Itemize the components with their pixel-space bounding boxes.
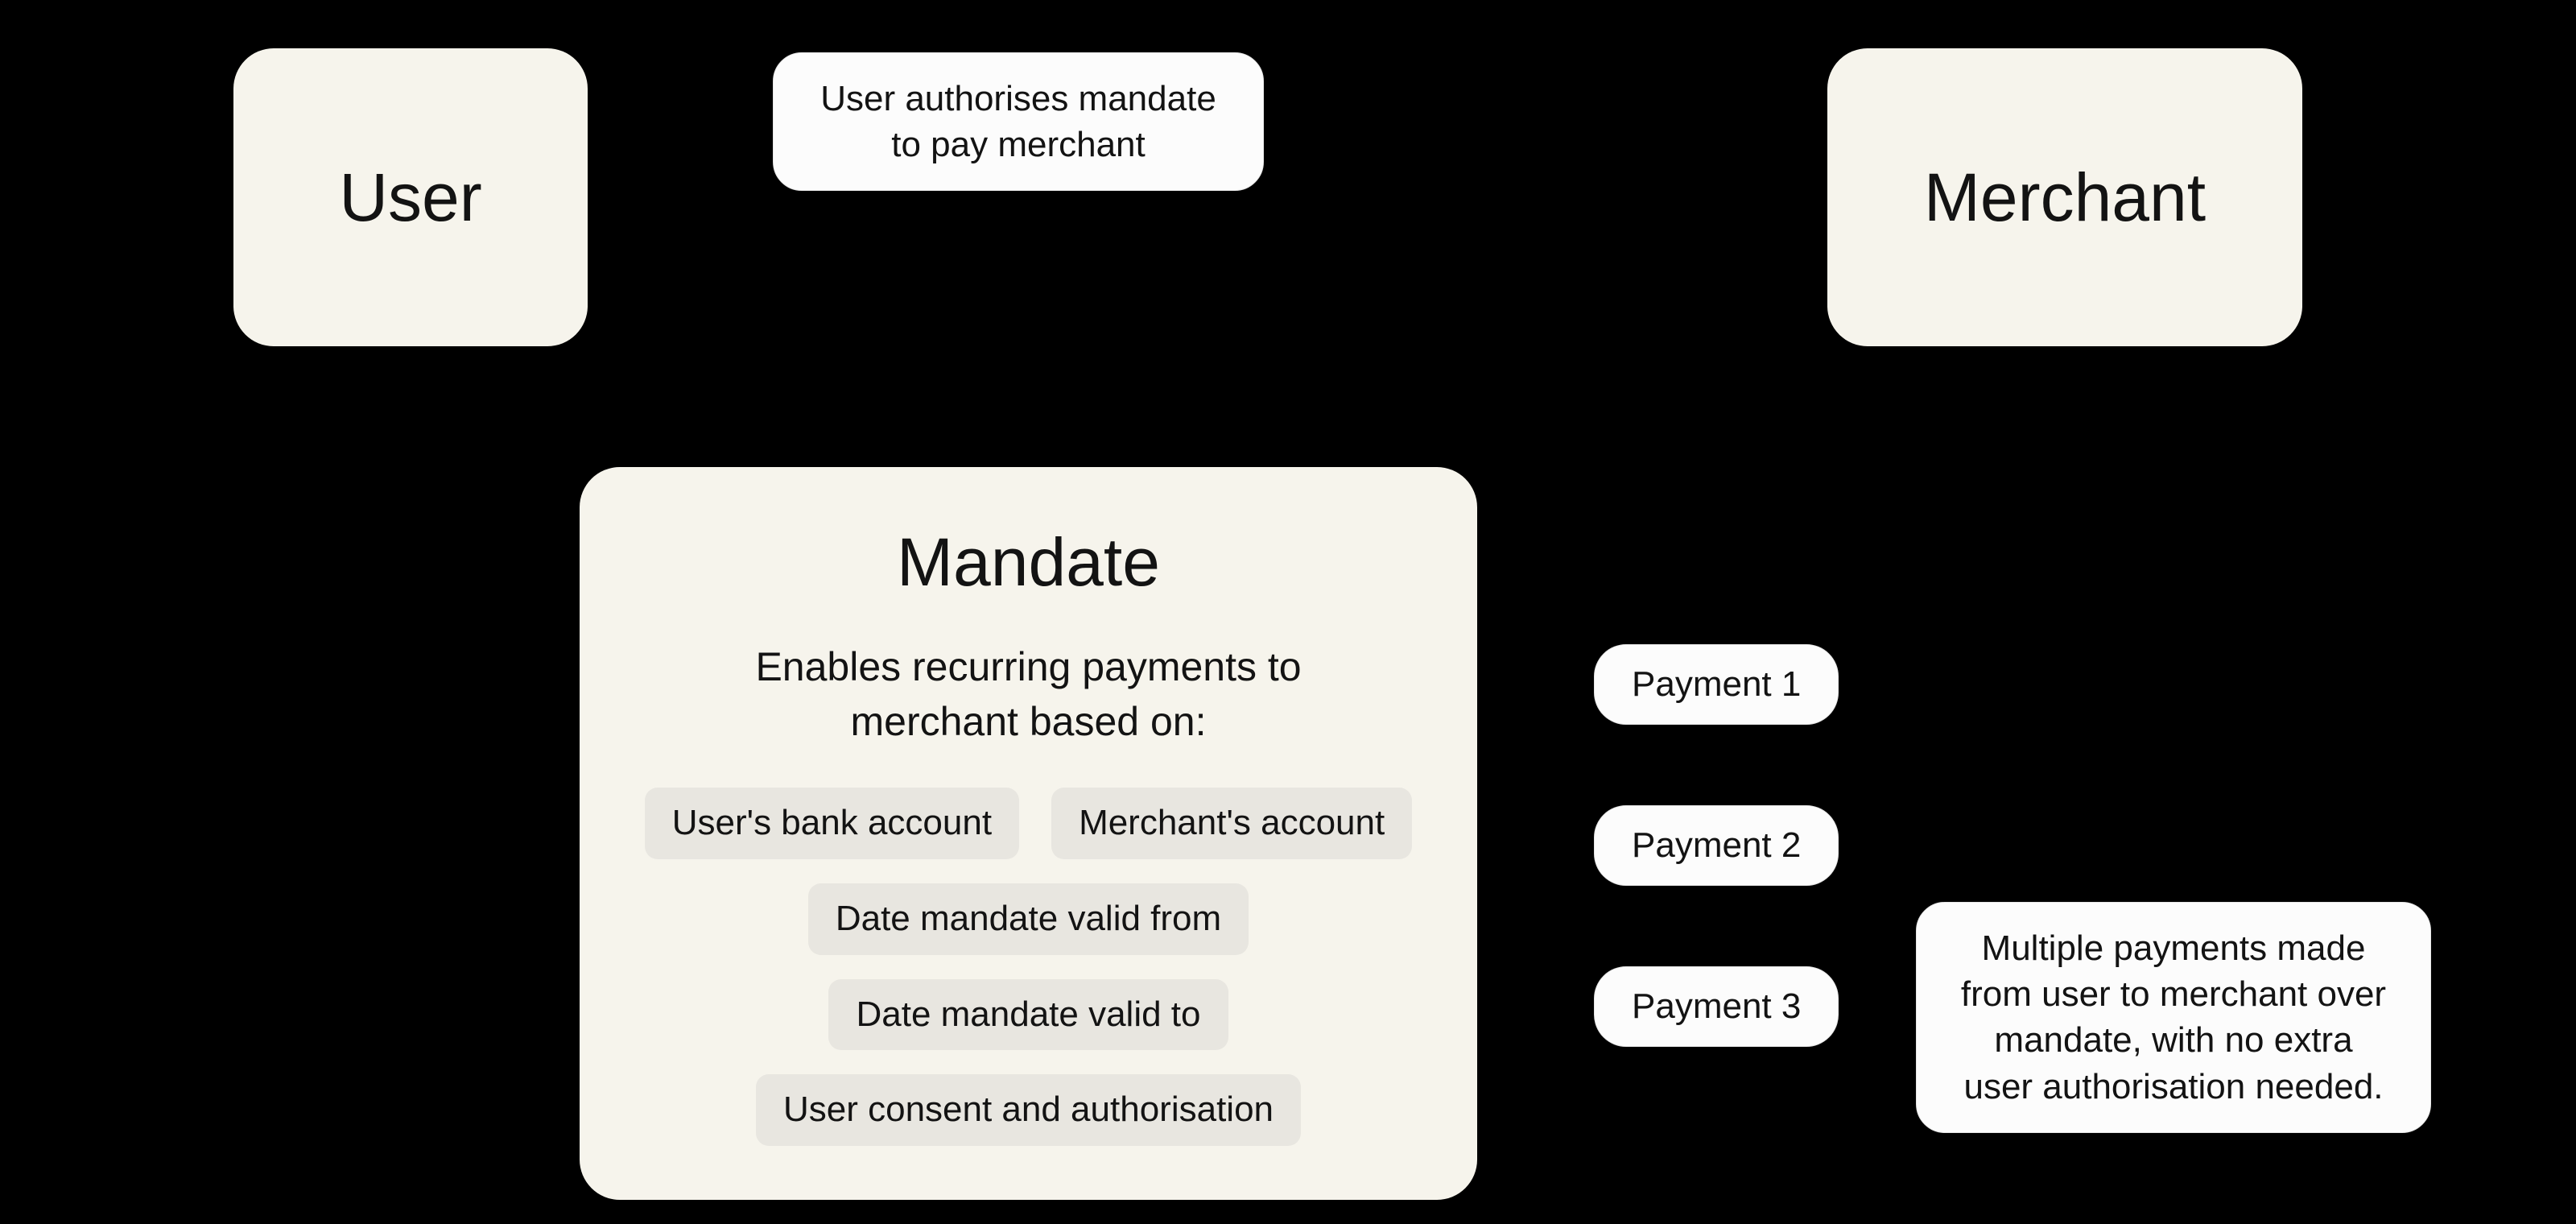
chip-user-bank-account: User's bank account [645,788,1019,859]
merchant-node: Merchant [1827,48,2302,346]
chip-merchant-account: Merchant's account [1051,788,1412,859]
user-node: User [233,48,588,346]
multiple-payments-callout: Multiple payments made from user to merc… [1916,902,2431,1133]
authorise-callout: User authorises mandate to pay merchant [773,52,1264,191]
payment-3-label: Payment 3 [1594,966,1839,1047]
payment-1-pill: Payment 1 [1594,644,1839,725]
payment-2-pill: Payment 2 [1594,805,1839,886]
merchant-label: Merchant [1924,159,2206,237]
mandate-subtitle: Enables recurring payments to merchant b… [667,640,1391,749]
user-label: User [339,159,481,237]
chip-consent: User consent and authorisation [756,1074,1301,1146]
mandate-box: Mandate Enables recurring payments to me… [580,467,1477,1200]
chip-valid-to: Date mandate valid to [828,979,1228,1051]
payment-1-label: Payment 1 [1594,644,1839,725]
payment-3-pill: Payment 3 [1594,966,1839,1047]
diagram-canvas: User Merchant User authorises mandate to… [0,0,2576,1224]
chip-valid-from: Date mandate valid from [808,883,1249,955]
mandate-chip-row: User's bank account Merchant's account D… [628,788,1429,1146]
mandate-title: Mandate [897,523,1160,602]
payment-2-label: Payment 2 [1594,805,1839,886]
